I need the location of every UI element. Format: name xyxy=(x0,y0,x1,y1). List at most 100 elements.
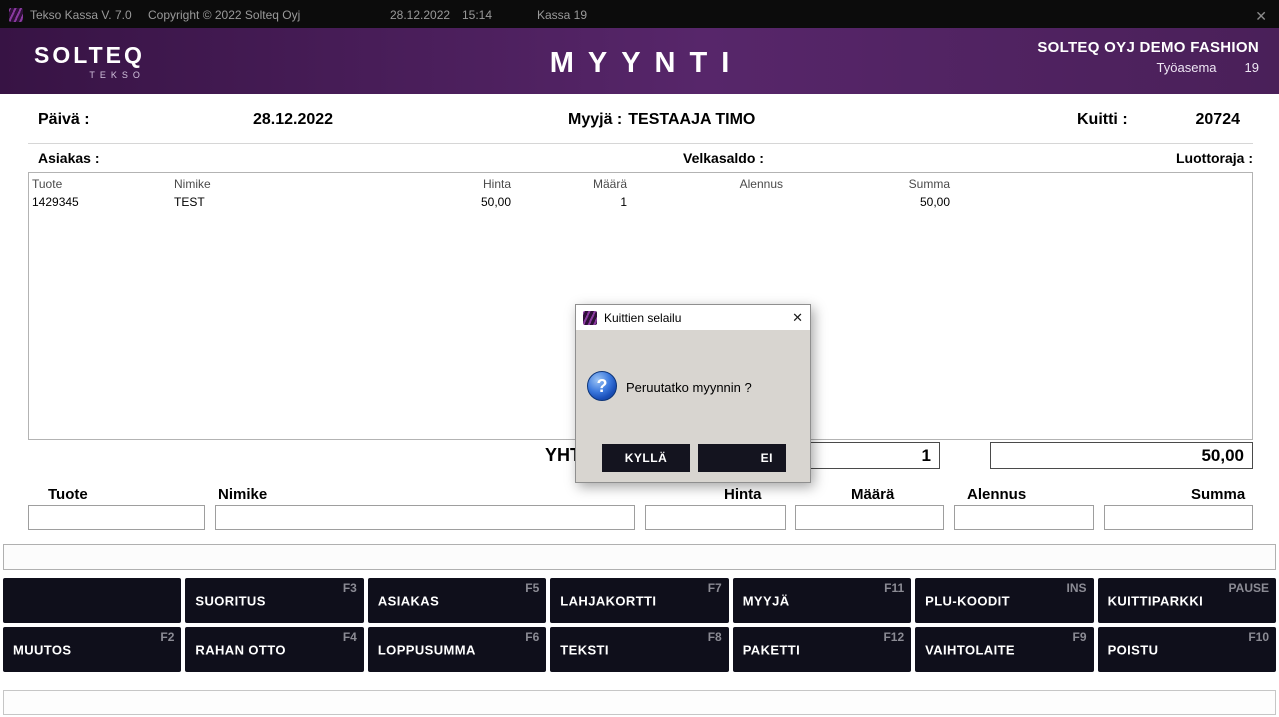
command-input[interactable] xyxy=(3,544,1276,570)
fk-rahan-otto[interactable]: RAHAN OTTO F4 xyxy=(185,627,363,672)
question-icon: ? xyxy=(587,371,617,401)
app-title: Tekso Kassa V. 7.0 xyxy=(30,8,132,22)
fk-label: TEKSTI xyxy=(560,642,609,657)
fk-label: LAHJAKORTTI xyxy=(560,593,656,608)
balance-label: Velkasaldo : xyxy=(683,150,764,166)
fk-label: MUUTOS xyxy=(13,642,72,657)
nimike-input[interactable] xyxy=(215,505,635,530)
header-bar: SOLTEQ TEKSO MYYNTI SOLTEQ OYJ DEMO FASH… xyxy=(0,28,1279,94)
dialog-app-icon xyxy=(583,311,597,325)
fk-myyja[interactable]: MYYJÄ F11 xyxy=(733,578,911,623)
seller-info: Myyjä :TESTAAJA TIMO xyxy=(568,111,755,129)
fk-label: ASIAKAS xyxy=(378,593,439,608)
fk-key: F8 xyxy=(708,630,722,644)
copyright-text: Copyright © 2022 Solteq Oyj xyxy=(148,8,300,22)
dialog-close-icon[interactable]: ✕ xyxy=(792,310,803,326)
fk-key: F3 xyxy=(343,581,357,595)
store-name: SOLTEQ OYJ DEMO FASHION xyxy=(1037,39,1259,56)
cell-hinta: 50,00 xyxy=(371,193,514,211)
dialog-titlebar: Kuittien selailu ✕ xyxy=(576,305,810,330)
titlebar-register: Kassa 19 xyxy=(537,8,587,22)
fk-key: INS xyxy=(1067,581,1087,595)
fk-key: F6 xyxy=(525,630,539,644)
fk-asiakas[interactable]: ASIAKAS F5 xyxy=(368,578,546,623)
col-header-maara: Määrä xyxy=(514,175,630,193)
entry-label-nimike: Nimike xyxy=(218,486,267,503)
fk-label: PLU-KOODIT xyxy=(925,593,1010,608)
fk-kuittiparkki[interactable]: KUITTIPARKKI PAUSE xyxy=(1098,578,1276,623)
message-bar xyxy=(3,690,1276,715)
no-button[interactable]: EI xyxy=(698,444,786,472)
fk-teksti[interactable]: TEKSTI F8 xyxy=(550,627,728,672)
fk-key: F2 xyxy=(160,630,174,644)
alennus-input[interactable] xyxy=(954,505,1094,530)
table-row[interactable]: 1429345 TEST 50,00 1 50,00 xyxy=(29,193,1252,211)
fk-label: PAKETTI xyxy=(743,642,800,657)
entry-label-alennus: Alennus xyxy=(967,486,1026,503)
date-label: Päivä : xyxy=(38,111,90,129)
entry-label-tuote: Tuote xyxy=(48,486,88,503)
close-icon[interactable]: ✕ xyxy=(1255,8,1267,25)
fk-vaihtolaite[interactable]: VAIHTOLAITE F9 xyxy=(915,627,1093,672)
fk-label: KUITTIPARKKI xyxy=(1108,593,1204,608)
fk-label: POISTU xyxy=(1108,642,1159,657)
total-sum: 50,00 xyxy=(990,442,1253,469)
yes-button[interactable]: KYLLÄ xyxy=(602,444,690,472)
titlebar-date: 28.12.2022 xyxy=(390,8,450,22)
fk-label: LOPPUSUMMA xyxy=(378,642,476,657)
entry-label-summa: Summa xyxy=(1191,486,1245,503)
window-titlebar: Tekso Kassa V. 7.0 Copyright © 2022 Solt… xyxy=(0,0,1279,28)
store-info: SOLTEQ OYJ DEMO FASHION Työasema19 xyxy=(1037,39,1259,75)
workstation-info: Työasema19 xyxy=(1037,60,1259,75)
fk-key: F4 xyxy=(343,630,357,644)
fk-lahjakortti[interactable]: LAHJAKORTTI F7 xyxy=(550,578,728,623)
workstation-number: 19 xyxy=(1245,60,1259,75)
dialog-title: Kuittien selailu xyxy=(604,311,681,325)
table-header-row: Tuote Nimike Hinta Määrä Alennus Summa xyxy=(29,175,1252,193)
no-button-label: EI xyxy=(761,451,773,465)
tuote-input[interactable] xyxy=(28,505,205,530)
cell-filler xyxy=(953,193,1252,211)
fk-poistu[interactable]: POISTU F10 xyxy=(1098,627,1276,672)
col-header-nimike: Nimike xyxy=(171,175,371,193)
col-header-tuote: Tuote xyxy=(29,175,171,193)
cell-maara: 1 xyxy=(514,193,630,211)
fk-suoritus[interactable]: SUORITUS F3 xyxy=(185,578,363,623)
dialog-message: Peruutatko myynnin ? xyxy=(626,380,752,395)
entry-label-maara: Määrä xyxy=(851,486,894,503)
fk-key: PAUSE xyxy=(1229,581,1269,595)
fk-key: F10 xyxy=(1248,630,1269,644)
seller-value: TESTAAJA TIMO xyxy=(628,111,755,128)
tekso-kassa-window: Tekso Kassa V. 7.0 Copyright © 2022 Solt… xyxy=(0,0,1279,717)
col-header-filler xyxy=(953,175,1252,193)
credit-label: Luottoraja : xyxy=(1176,150,1253,166)
app-icon xyxy=(9,8,23,22)
dialog-body: ? Peruutatko myynnin ? KYLLÄ EI xyxy=(576,330,810,482)
col-header-alennus: Alennus xyxy=(630,175,786,193)
fk-label: SUORITUS xyxy=(195,593,265,608)
receipt-number: 20724 xyxy=(1196,111,1241,129)
cell-nimike: TEST xyxy=(171,193,371,211)
cell-tuote: 1429345 xyxy=(29,193,171,211)
col-header-hinta: Hinta xyxy=(371,175,514,193)
info-divider xyxy=(28,143,1253,144)
fk-loppusumma[interactable]: LOPPUSUMMA F6 xyxy=(368,627,546,672)
customer-label: Asiakas : xyxy=(38,150,99,166)
function-key-grid: SUORITUS F3 ASIAKAS F5 LAHJAKORTTI F7 MY… xyxy=(3,578,1276,672)
fk-muutos[interactable]: MUUTOS F2 xyxy=(3,627,181,672)
fk-plu-koodit[interactable]: PLU-KOODIT INS xyxy=(915,578,1093,623)
fk-paketti[interactable]: PAKETTI F12 xyxy=(733,627,911,672)
hinta-input[interactable] xyxy=(645,505,786,530)
fk-key: F12 xyxy=(883,630,904,644)
fk-blank xyxy=(3,578,181,623)
cell-summa: 50,00 xyxy=(786,193,953,211)
fk-key: F7 xyxy=(708,581,722,595)
col-header-summa: Summa xyxy=(786,175,953,193)
cell-alennus xyxy=(630,193,786,211)
entry-label-hinta: Hinta xyxy=(724,486,762,503)
summa-input[interactable] xyxy=(1104,505,1253,530)
maara-input[interactable] xyxy=(795,505,944,530)
confirm-dialog: Kuittien selailu ✕ ? Peruutatko myynnin … xyxy=(575,304,811,483)
fk-label: RAHAN OTTO xyxy=(195,642,285,657)
receipt-label: Kuitti : xyxy=(1077,111,1128,129)
